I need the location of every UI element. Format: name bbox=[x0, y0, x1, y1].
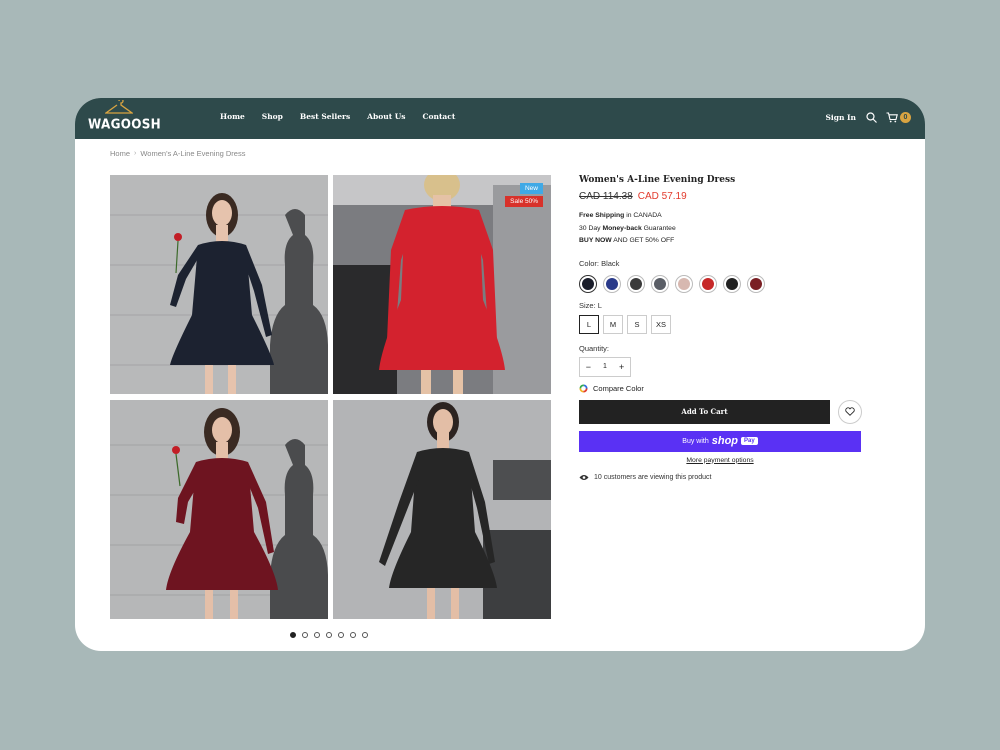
gallery-dot-3[interactable] bbox=[314, 632, 320, 638]
color-swatch-grey[interactable] bbox=[651, 274, 669, 293]
main-nav: Home Shop Best Sellers About Us Contact bbox=[220, 112, 472, 121]
shipping-line: Free Shipping in CANADA bbox=[579, 212, 662, 219]
shop-pay-button[interactable]: Buy with shop Pay bbox=[579, 430, 861, 452]
more-payment-options-link[interactable]: More payment options bbox=[579, 457, 861, 464]
gallery-dot-1[interactable] bbox=[290, 632, 296, 638]
color-swatch-navy[interactable] bbox=[603, 274, 621, 293]
size-options: L M S XS bbox=[579, 314, 864, 334]
cart-actions: Add To Cart bbox=[579, 399, 864, 424]
shop-pay-buy-with: Buy with bbox=[682, 437, 709, 445]
offer-line: BUY NOW AND GET 50% OFF bbox=[579, 237, 675, 244]
size-option-m[interactable]: M bbox=[603, 314, 623, 334]
gallery-dot-2[interactable] bbox=[302, 632, 308, 638]
product-image-1[interactable] bbox=[110, 175, 328, 394]
nav-best-sellers[interactable]: Best Sellers bbox=[300, 112, 350, 121]
quantity-input[interactable]: 1 bbox=[597, 363, 614, 370]
gallery-dot-5[interactable] bbox=[338, 632, 344, 638]
promo-lines: Free Shipping in CANADA 30 Day Money-bac… bbox=[579, 210, 864, 248]
nav-home[interactable]: Home bbox=[220, 112, 245, 121]
cart-icon bbox=[886, 111, 898, 122]
color-swatch-nude[interactable] bbox=[675, 274, 693, 293]
eye-icon bbox=[579, 474, 589, 480]
gallery-pagination bbox=[290, 632, 368, 638]
guarantee-line: 30 Day Money-back Guarantee bbox=[579, 224, 676, 232]
product-image-4[interactable] bbox=[333, 400, 551, 619]
color-swatch-red[interactable] bbox=[699, 274, 717, 293]
compare-color-label: Compare Color bbox=[593, 383, 644, 393]
wishlist-button[interactable] bbox=[838, 399, 862, 424]
color-swatch-dark[interactable] bbox=[723, 274, 741, 293]
color-swatch-burgundy[interactable] bbox=[747, 274, 765, 293]
product-image-2[interactable]: New Sale 50% bbox=[333, 175, 551, 394]
decrease-button[interactable]: − bbox=[580, 362, 597, 372]
shop-pay-tag: Pay bbox=[741, 437, 758, 445]
shop-pay-logo: shop bbox=[711, 435, 739, 447]
gallery-dot-4[interactable] bbox=[326, 632, 332, 638]
increase-button[interactable]: + bbox=[613, 362, 630, 372]
size-option-s[interactable]: S bbox=[627, 314, 647, 334]
product-info: Women's A-Line Evening Dress CAD 114.38 … bbox=[579, 175, 864, 481]
logo[interactable]: WAGOOSH bbox=[88, 98, 162, 139]
logo-text: WAGOOSH bbox=[88, 116, 162, 132]
color-wheel-icon bbox=[579, 383, 588, 393]
product-image-3[interactable] bbox=[110, 400, 328, 619]
nav-contact[interactable]: Contact bbox=[423, 112, 456, 121]
search-icon[interactable] bbox=[864, 110, 878, 124]
color-swatches bbox=[579, 274, 864, 293]
breadcrumb-current: Women's A-Line Evening Dress bbox=[140, 149, 246, 158]
chevron-right-icon: › bbox=[134, 150, 137, 157]
product-gallery: New Sale 50% bbox=[110, 175, 551, 620]
site-header: WAGOOSH Home Shop Best Sellers About Us … bbox=[75, 98, 925, 139]
gallery-dot-7[interactable] bbox=[362, 632, 368, 638]
add-to-cart-button[interactable]: Add To Cart bbox=[579, 399, 830, 424]
breadcrumb: Home › Women's A-Line Evening Dress bbox=[110, 149, 245, 158]
viewing-indicator: 10 customers are viewing this product bbox=[579, 474, 864, 481]
breadcrumb-home[interactable]: Home bbox=[110, 149, 130, 158]
compare-at-price: CAD 114.38 bbox=[579, 191, 633, 202]
color-swatch-charcoal[interactable] bbox=[627, 274, 645, 293]
price-block: CAD 114.38 CAD 57.19 bbox=[579, 191, 864, 202]
browser-frame: WAGOOSH Home Shop Best Sellers About Us … bbox=[75, 98, 925, 651]
cart-button[interactable]: 0 bbox=[886, 111, 911, 123]
nav-about-us[interactable]: About Us bbox=[367, 112, 405, 121]
size-option-xs[interactable]: XS bbox=[651, 314, 672, 334]
gallery-dot-6[interactable] bbox=[350, 632, 356, 638]
sign-in-link[interactable]: Sign In bbox=[825, 113, 856, 122]
quantity-stepper: − 1 + bbox=[579, 356, 631, 377]
color-swatch-black[interactable] bbox=[579, 274, 597, 293]
nav-shop[interactable]: Shop bbox=[262, 112, 283, 121]
header-actions: Sign In 0 bbox=[825, 110, 911, 124]
viewing-text: 10 customers are viewing this product bbox=[594, 473, 712, 481]
compare-color-link[interactable]: Compare Color bbox=[579, 384, 864, 393]
sale-price: CAD 57.19 bbox=[637, 191, 687, 202]
product-title: Women's A-Line Evening Dress bbox=[579, 175, 736, 185]
size-label: Size: L bbox=[579, 300, 602, 310]
sale-badge: Sale 50% bbox=[505, 196, 543, 207]
heart-icon bbox=[845, 407, 855, 416]
new-badge: New bbox=[519, 183, 543, 194]
cart-count-badge: 0 bbox=[900, 111, 911, 123]
hanger-icon bbox=[105, 100, 133, 114]
size-option-l[interactable]: L bbox=[579, 314, 599, 334]
quantity-label: Quantity: bbox=[579, 343, 610, 353]
color-label: Color: Black bbox=[579, 258, 620, 268]
